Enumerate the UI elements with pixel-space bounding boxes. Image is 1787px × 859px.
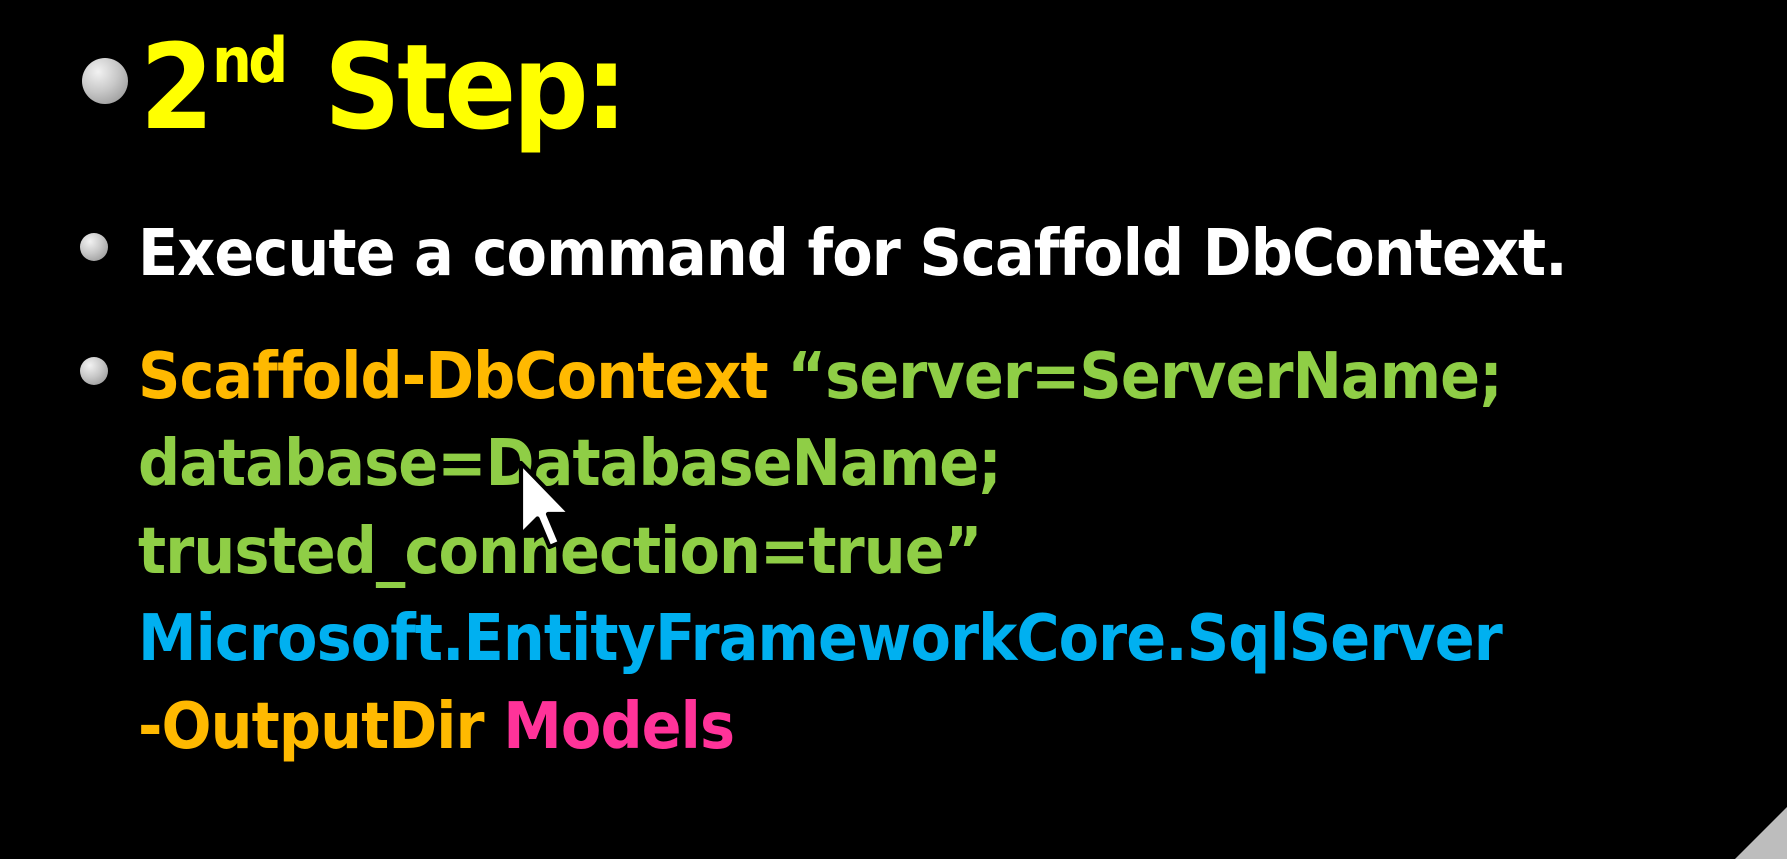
title-number: 2: [140, 18, 214, 156]
title-word: Step:: [324, 18, 627, 156]
command-line-5: -OutputDir Models: [138, 695, 735, 759]
connection-string-start: “server=ServerName;: [787, 340, 1502, 414]
bullet-text-execute: Execute a command for Scaffold DbContext…: [138, 217, 1568, 291]
command-line-4: Microsoft.EntityFrameworkCore.SqlServer: [138, 602, 1503, 676]
page-corner-icon: [1735, 807, 1787, 859]
slide: 2nd Step: Execute a command for Scaffold …: [0, 0, 1787, 859]
output-dir-flag: -OutputDir: [138, 690, 485, 764]
mouse-pointer-icon: [518, 460, 573, 550]
output-dir-value: Models: [503, 690, 735, 764]
title-superscript: nd: [212, 24, 288, 97]
command-name: Scaffold-DbContext: [138, 340, 769, 414]
bullet-dot-icon: [82, 58, 128, 104]
bullet-dot-icon: [80, 357, 108, 385]
command-line-1: Scaffold-DbContext “server=ServerName;: [138, 345, 1503, 409]
slide-title: 2nd Step:: [140, 18, 628, 156]
bullet-dot-icon: [80, 233, 108, 261]
